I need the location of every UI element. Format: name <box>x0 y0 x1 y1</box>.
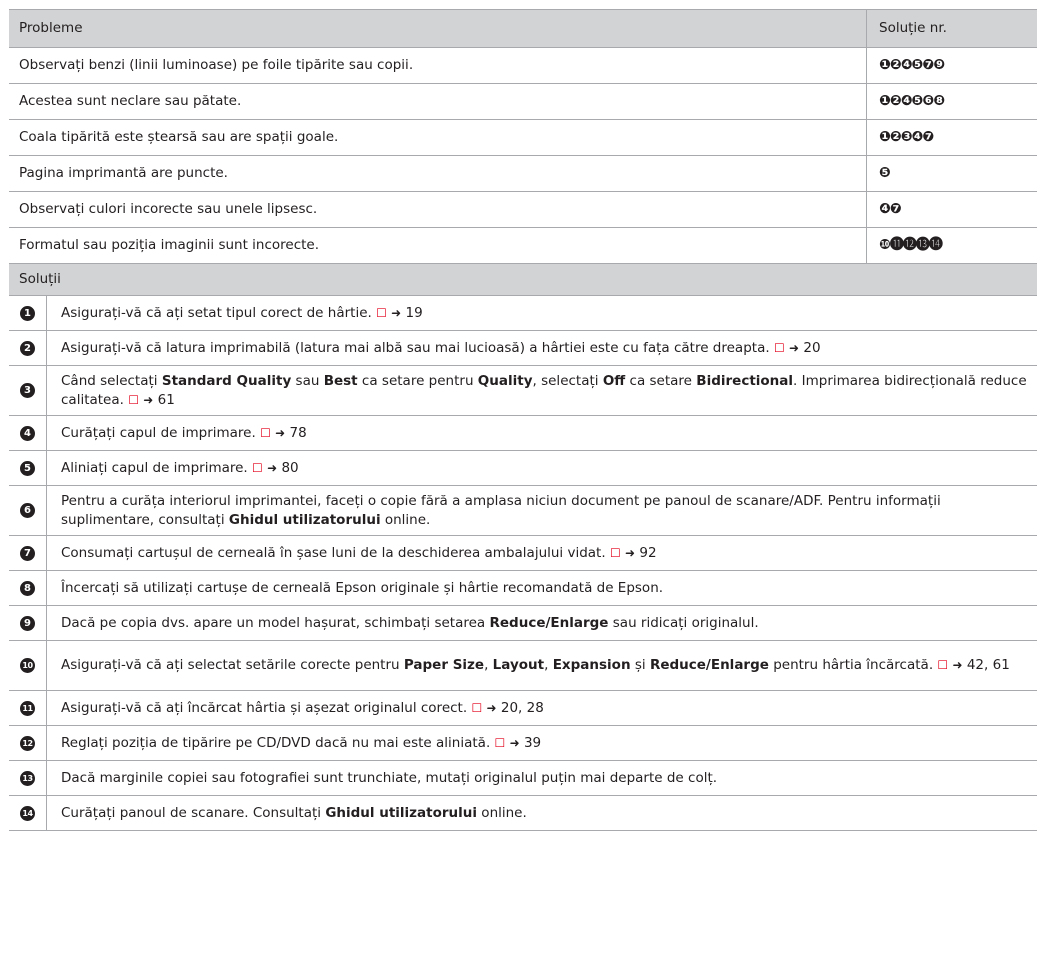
problem-row: Acestea sunt neclare sau pătate. ❶❷❹❺❻❽ <box>9 84 1037 120</box>
problem-text: Pagina imprimantă are puncte. <box>19 165 228 181</box>
arrow-right-icon: ➜ <box>952 658 963 672</box>
page-reference: ☐ ➜ 92 <box>609 544 657 561</box>
solution-number-badge: 7 <box>20 545 35 561</box>
problem-text: Observați benzi (linii luminoase) pe foi… <box>19 57 414 73</box>
solution-number-badge: 13 <box>20 770 35 786</box>
problem-text: Formatul sau poziția imaginii sunt incor… <box>19 237 320 253</box>
book-icon: ☐ <box>260 425 271 440</box>
page-reference: ☐ ➜ 42, 61 <box>937 657 1010 673</box>
troubleshooting-page: Probleme Soluție nr. Observați benzi (li… <box>0 0 1048 977</box>
book-icon: ☐ <box>252 460 263 475</box>
problem-row: Formatul sau poziția imaginii sunt incor… <box>9 228 1037 264</box>
problem-row: Pagina imprimantă are puncte. ❺ <box>9 156 1037 192</box>
problem-row: Observați culori incorecte sau unele lip… <box>9 192 1037 228</box>
book-icon: ☐ <box>471 700 483 715</box>
arrow-right-icon: ➜ <box>486 700 497 715</box>
solution-row: 2 Asigurați-vă că latura imprimabilă (la… <box>9 331 1037 366</box>
troubleshooting-table: Probleme Soluție nr. Observați benzi (li… <box>9 9 1037 831</box>
page-reference: ☐ ➜ 78 <box>260 424 307 441</box>
solution-row: 1 Asigurați-vă că ați setat tipul corect… <box>9 296 1037 331</box>
book-icon: ☐ <box>937 658 949 672</box>
solution-numbers: ❿⓫⓬⓭⓮ <box>866 228 1037 263</box>
solution-row: 3 Când selectați Standard Quality sau Be… <box>9 366 1037 416</box>
page-reference: ☐ ➜ 19 <box>376 304 423 321</box>
solution-number-badge: 11 <box>20 700 35 716</box>
arrow-right-icon: ➜ <box>625 545 636 560</box>
solution-row: 9 Dacă pe copia dvs. apare un model hașu… <box>9 606 1037 641</box>
solution-number-column-header: Soluție nr. <box>866 10 1037 47</box>
page-reference: ☐ ➜ 20, 28 <box>471 699 544 716</box>
solution-number-badge: 6 <box>20 503 35 518</box>
solution-row: 6 Pentru a curăța interiorul imprimantei… <box>9 486 1037 536</box>
page-reference: ☐ ➜ 61 <box>128 391 175 408</box>
solution-row: 10 Asigurați-vă că ați selectat setările… <box>9 641 1037 691</box>
arrow-right-icon: ➜ <box>509 735 520 750</box>
solution-row: 7 Consumați cartușul de cerneală în șase… <box>9 536 1037 571</box>
problem-row: Observați benzi (linii luminoase) pe foi… <box>9 48 1037 84</box>
problem-text: Observați culori incorecte sau unele lip… <box>19 201 318 217</box>
solution-number-badge: 5 <box>20 460 35 476</box>
solution-number-badge: 10 <box>20 658 35 673</box>
solution-number-badge: 9 <box>20 615 35 631</box>
solution-numbers: ❶❷❹❺❼❾ <box>866 48 1037 83</box>
table-header: Probleme Soluție nr. <box>9 9 1037 48</box>
problems-column-header: Probleme <box>19 20 83 36</box>
solutions-header: Soluții <box>9 264 1037 296</box>
solution-row: 12 Reglați poziția de tipărire pe CD/DVD… <box>9 726 1037 761</box>
problem-text: Coala tipărită este ștearsă sau are spaț… <box>19 129 339 145</box>
solution-row: 11 Asigurați-vă că ați încărcat hârtia ș… <box>9 691 1037 726</box>
page-reference: ☐ ➜ 80 <box>252 459 299 476</box>
book-icon: ☐ <box>128 392 139 407</box>
page-reference: ☐ ➜ 39 <box>494 734 542 751</box>
arrow-right-icon: ➜ <box>789 340 800 355</box>
book-icon: ☐ <box>494 735 506 750</box>
book-icon: ☐ <box>773 340 785 355</box>
solution-number-badge: 12 <box>20 735 35 751</box>
solution-number-badge: 3 <box>20 383 35 398</box>
solution-row: 8 Încercați să utilizați cartușe de cern… <box>9 571 1037 606</box>
book-icon: ☐ <box>376 305 387 320</box>
solution-number-badge: 1 <box>20 305 35 321</box>
arrow-right-icon: ➜ <box>143 392 154 407</box>
solution-row: 14 Curățați panoul de scanare. Consultaț… <box>9 796 1037 831</box>
solution-row: 13 Dacă marginile copiei sau fotografiei… <box>9 761 1037 796</box>
solution-numbers: ❹❼ <box>866 192 1037 227</box>
arrow-right-icon: ➜ <box>267 460 278 475</box>
solution-numbers: ❶❷❸❹❼ <box>866 120 1037 155</box>
solution-numbers: ❶❷❹❺❻❽ <box>866 84 1037 119</box>
book-icon: ☐ <box>609 545 621 560</box>
solution-number-badge: 14 <box>20 805 35 821</box>
solution-row: 4 Curățați capul de imprimare. ☐ ➜ 78 <box>9 416 1037 451</box>
solution-numbers: ❺ <box>866 156 1037 191</box>
solution-number-badge: 8 <box>20 580 35 596</box>
arrow-right-icon: ➜ <box>275 425 286 440</box>
solution-number-badge: 2 <box>20 340 35 356</box>
page-reference: ☐ ➜ 20 <box>773 339 821 356</box>
solution-row: 5 Aliniați capul de imprimare. ☐ ➜ 80 <box>9 451 1037 486</box>
arrow-right-icon: ➜ <box>391 305 402 320</box>
solution-number-badge: 4 <box>20 425 35 441</box>
problem-text: Acestea sunt neclare sau pătate. <box>19 93 242 109</box>
problem-row: Coala tipărită este ștearsă sau are spaț… <box>9 120 1037 156</box>
